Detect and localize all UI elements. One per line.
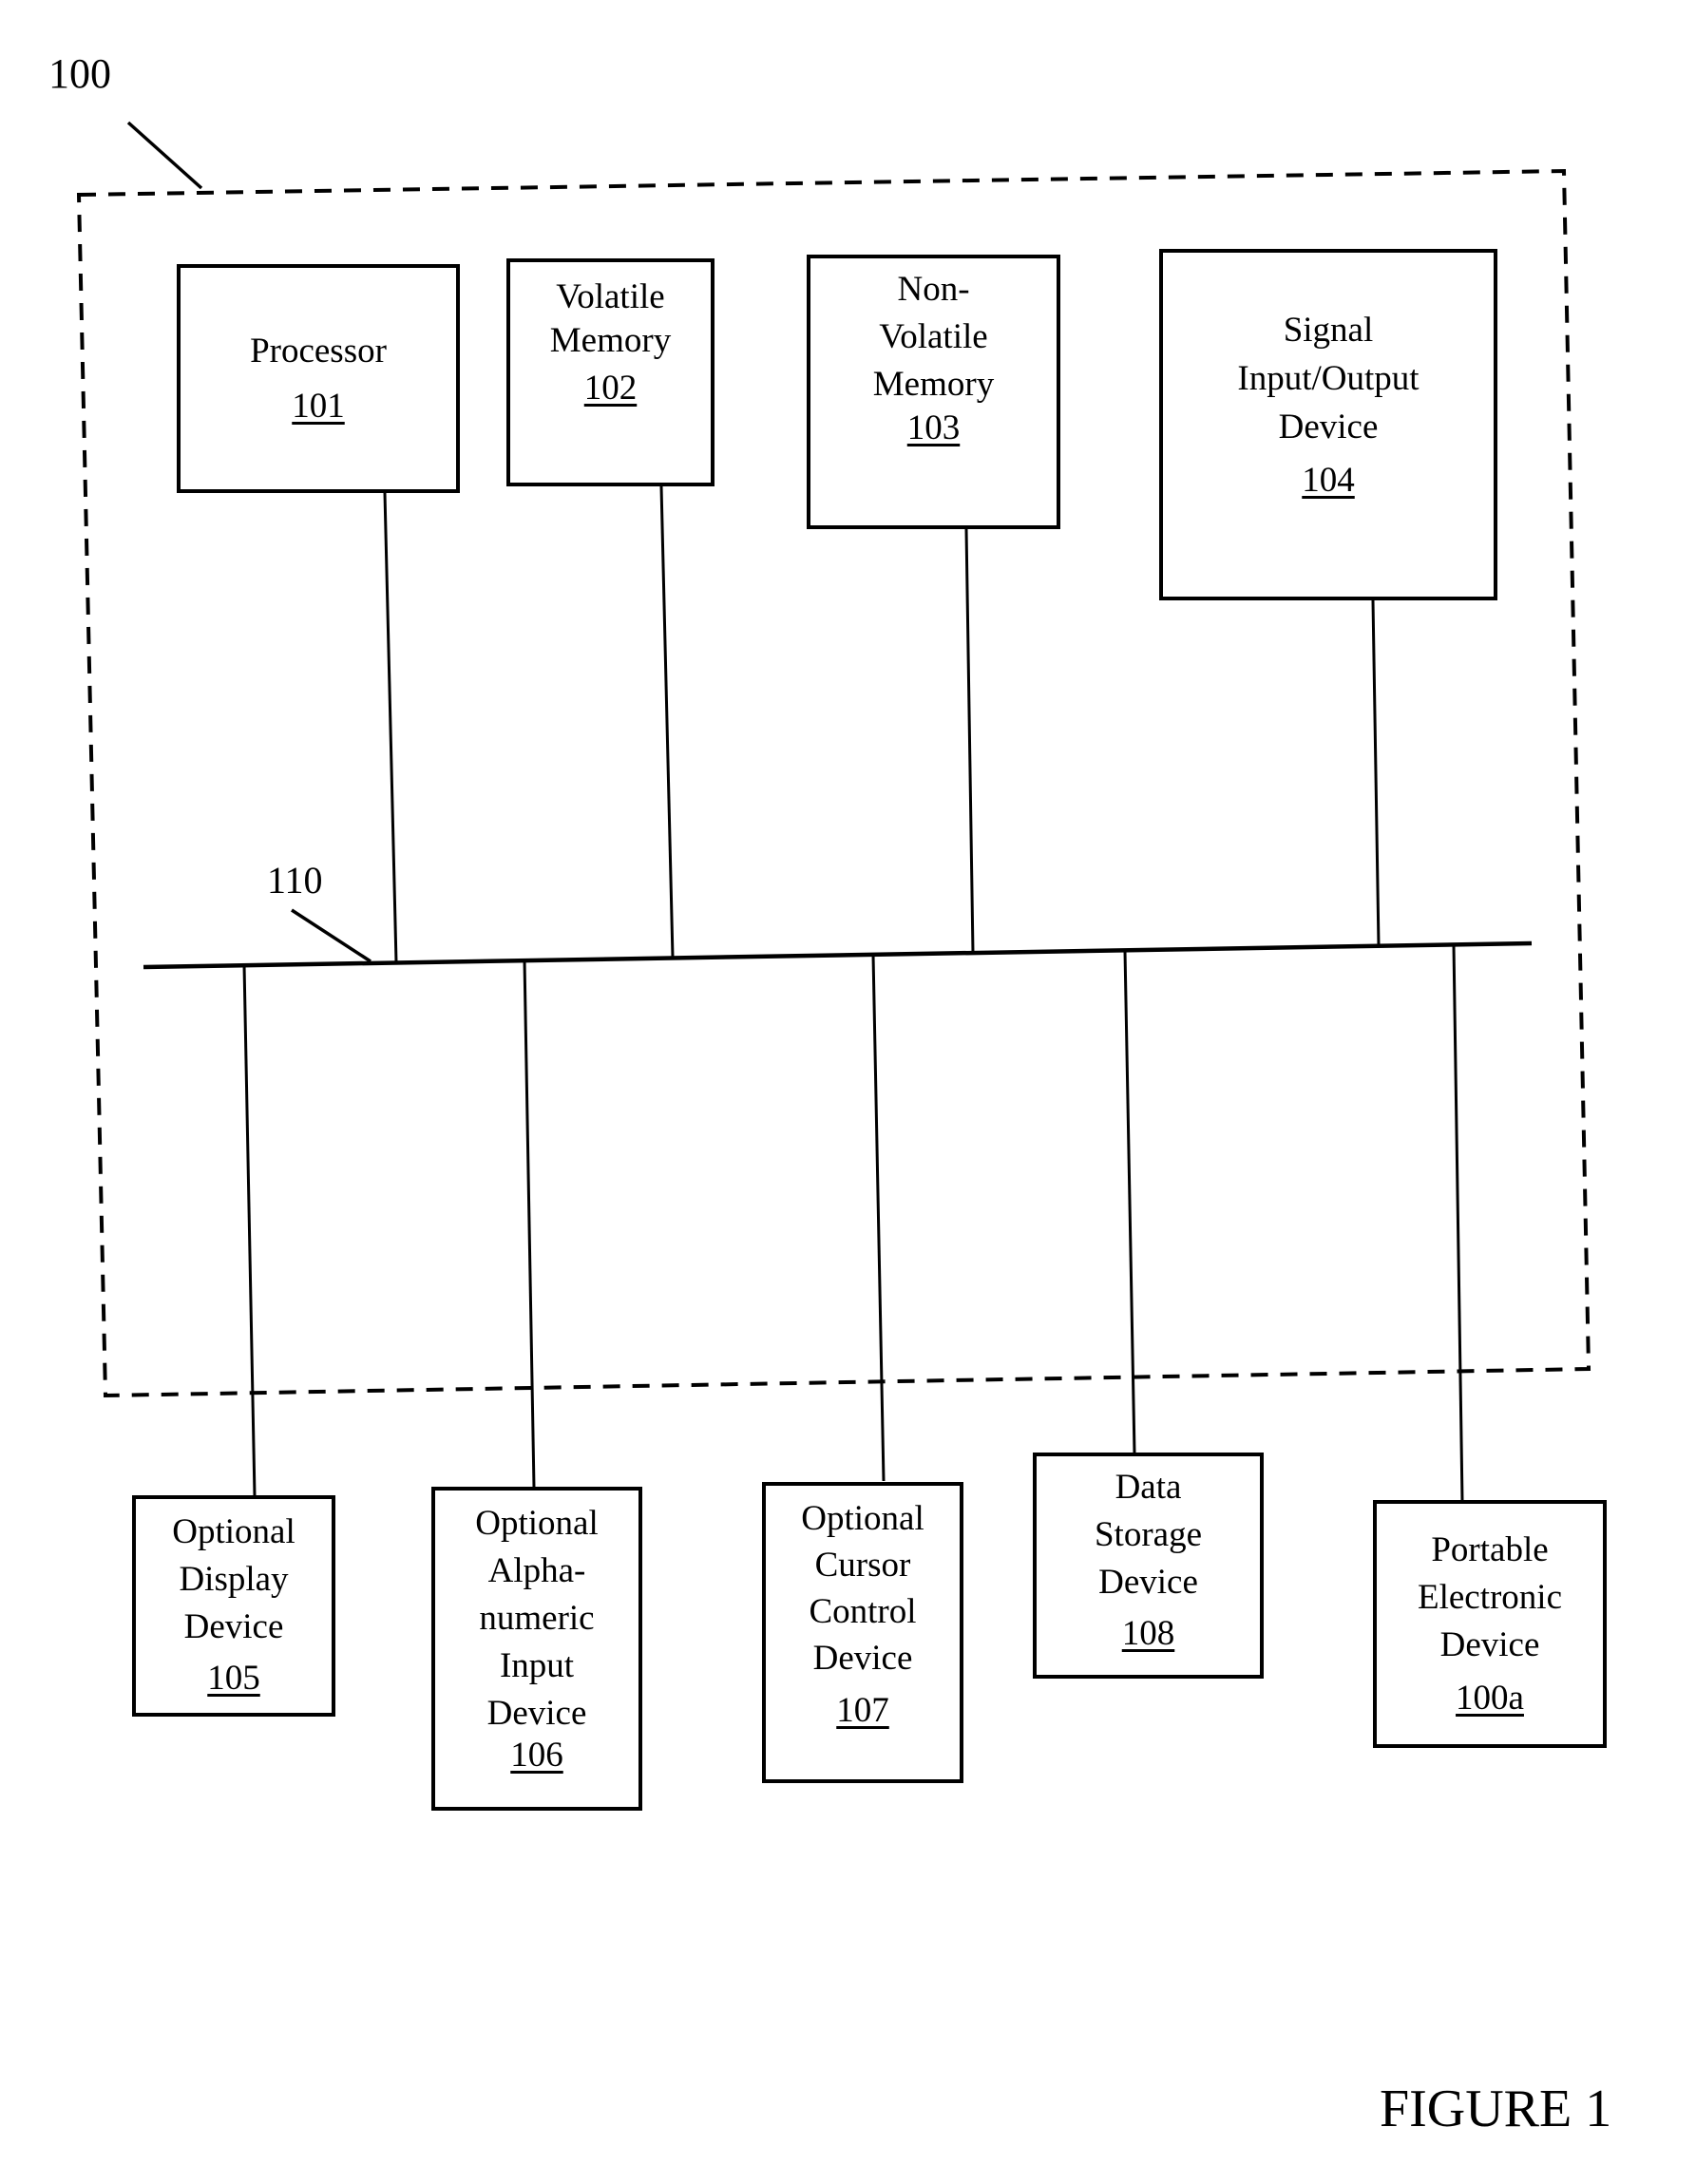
component-ref: 101 <box>292 386 345 426</box>
figure-caption: FIGURE 1 <box>1380 2080 1612 2138</box>
bus-line <box>143 940 1533 970</box>
connector-107 <box>871 954 886 1482</box>
component-name: Processor <box>250 331 387 370</box>
component-name: Data Storage Device <box>1094 1468 1203 1602</box>
component-ref: 105 <box>207 1659 260 1698</box>
component-name: Optional Cursor Control Device <box>801 1499 924 1678</box>
portable-electronic-device-box: Portable Electronic Device 100a <box>1373 1500 1607 1748</box>
display-device-box: Optional Display Device 105 <box>132 1495 335 1717</box>
connector-102 <box>659 485 675 959</box>
bus-leader-line <box>291 908 372 963</box>
system-leader-line <box>126 121 203 190</box>
component-ref: 107 <box>836 1691 889 1730</box>
component-name: Portable Electronic Device <box>1417 1530 1563 1664</box>
connector-104 <box>1371 599 1381 947</box>
component-ref: 100a <box>1456 1679 1524 1718</box>
signal-io-device-box: Signal Input/Output Device 104 <box>1159 249 1497 600</box>
system-reference-label: 100 <box>48 50 111 97</box>
component-ref: 106 <box>510 1736 563 1775</box>
cursor-control-device-box: Optional Cursor Control Device 107 <box>762 1482 963 1783</box>
connector-106 <box>523 959 536 1489</box>
connector-105 <box>242 964 257 1497</box>
component-name: Signal Input/Output Device <box>1237 311 1420 446</box>
connector-103 <box>964 528 975 954</box>
component-ref: 104 <box>1302 461 1355 500</box>
processor-box: Processor 101 <box>177 264 460 493</box>
connector-100a <box>1452 944 1464 1502</box>
component-name: Optional Alpha- numeric Input Device <box>475 1504 599 1733</box>
component-name: Non- Volatile Memory <box>872 270 995 404</box>
connector-108 <box>1123 950 1136 1454</box>
component-ref: 103 <box>906 408 961 447</box>
data-storage-device-box: Data Storage Device 108 <box>1033 1453 1264 1679</box>
alphanumeric-input-device-box: Optional Alpha- numeric Input Device 106 <box>431 1487 642 1811</box>
component-name: Optional Display Device <box>172 1512 295 1646</box>
component-name: Volatile Memory <box>549 277 672 360</box>
volatile-memory-box: Volatile Memory 102 <box>506 258 715 486</box>
non-volatile-memory-box: Non- Volatile Memory 103 <box>807 255 1060 529</box>
connector-101 <box>383 492 398 963</box>
component-ref: 108 <box>1121 1614 1175 1653</box>
component-ref: 102 <box>583 369 638 408</box>
bus-reference-label: 110 <box>267 859 323 902</box>
